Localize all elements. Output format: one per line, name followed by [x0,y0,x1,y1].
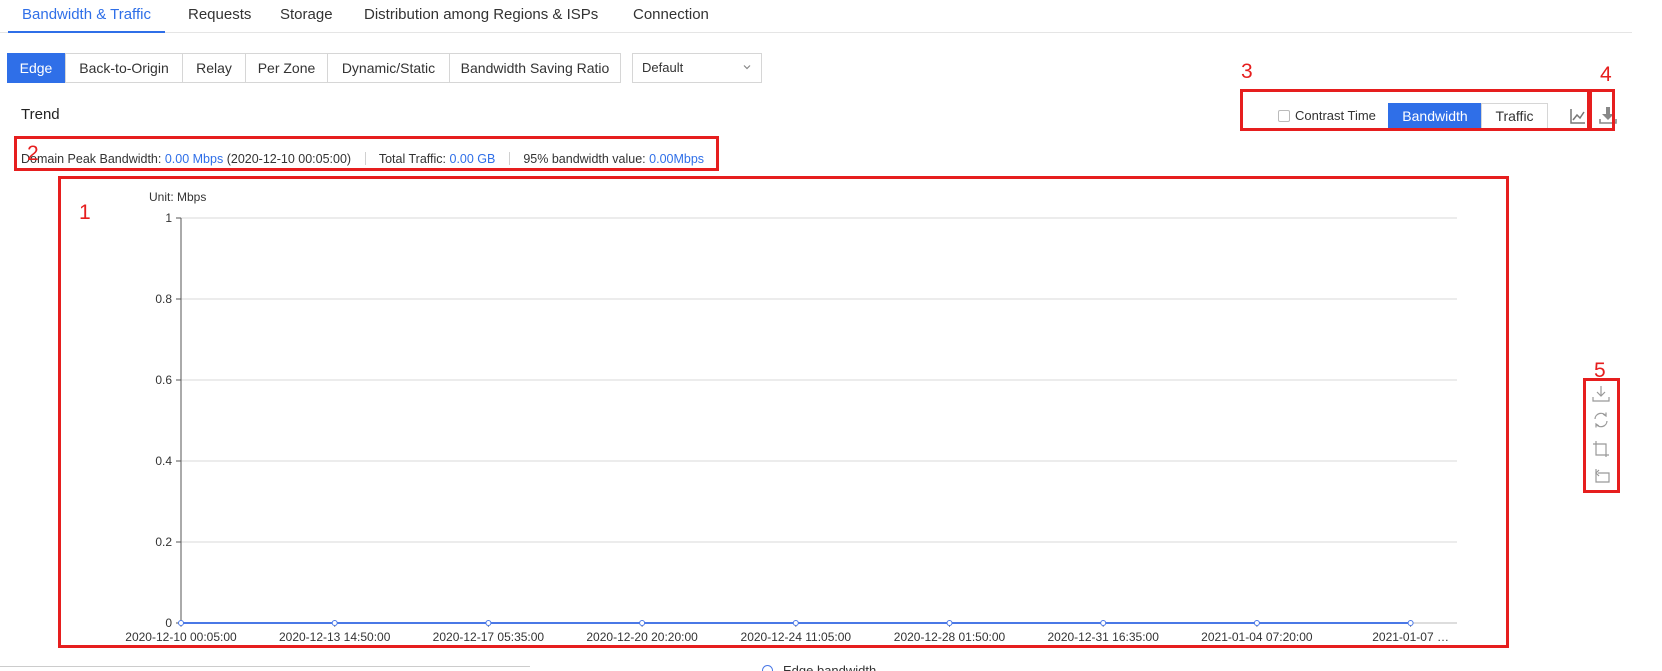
bottom-divider [0,666,530,667]
y-tick-label: 1 [165,211,172,225]
series-point [946,620,953,626]
x-tick-label: 2021-01-04 07:20:00 [1201,630,1313,644]
chart-legend[interactable]: Edge bandwidth [762,663,876,671]
series-point [639,620,646,626]
x-tick-label: 2021-01-07 … [1372,630,1449,644]
x-tick-label: 2020-12-10 00:05:00 [125,630,237,644]
x-tick-label: 2020-12-31 16:35:00 [1047,630,1159,644]
series-point [1100,620,1107,626]
series-point [1253,620,1260,626]
legend-series-label: Edge bandwidth [783,663,877,671]
y-tick-label: 0.6 [155,373,172,387]
legend-marker-icon [762,665,773,671]
series-point [1407,620,1414,626]
y-tick-label: 0 [165,616,172,630]
x-tick-label: 2020-12-17 05:35:00 [433,630,545,644]
x-tick-label: 2020-12-20 20:20:00 [586,630,698,644]
bandwidth-trend-chart: 0 0.2 0.4 0.6 0.8 1 2020-12-10 00:05:00 2020-12… [125,211,1457,644]
x-tick-label: 2020-12-24 11:05:00 [741,630,852,644]
x-tick-label: 2020-12-13 14:50:00 [279,630,391,644]
y-tick-label: 0.8 [155,292,172,306]
series-point [178,620,184,626]
series-point [331,620,338,626]
y-tick-label: 0.2 [155,535,172,549]
series-point [485,620,492,626]
y-tick-label: 0.4 [155,454,172,468]
series-point [792,620,799,626]
x-tick-label: 2020-12-28 01:50:00 [894,630,1006,644]
